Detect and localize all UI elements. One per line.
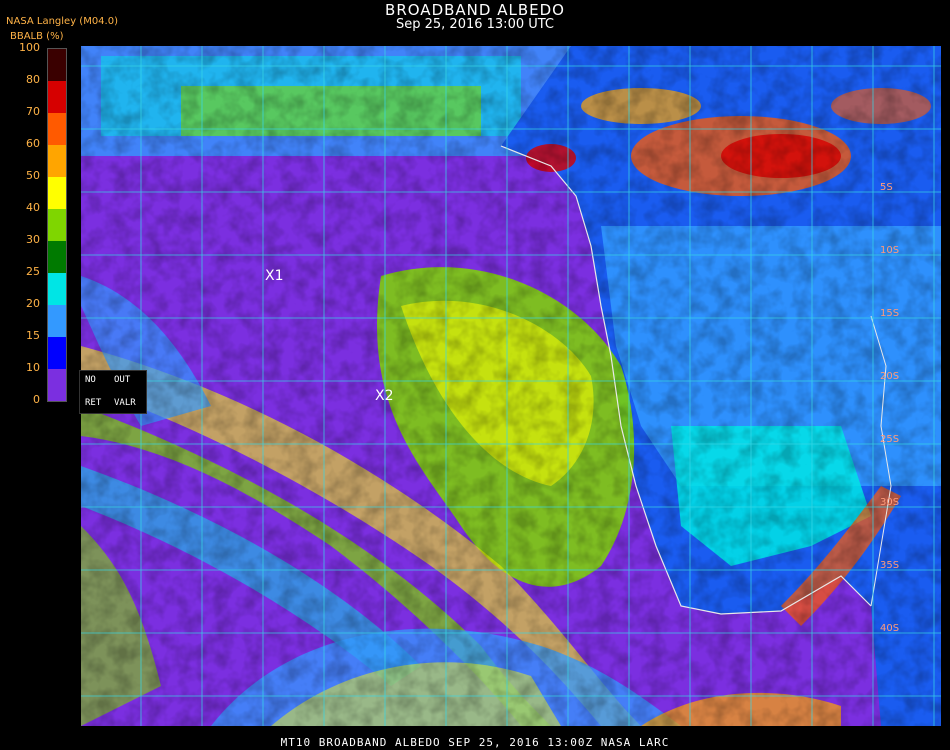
colorbar-segment [48,369,66,401]
footer-caption: MT10 BROADBAND ALBEDO SEP 25, 2016 13:00… [280,736,670,749]
colorbar-tick-label: 10 [26,361,40,374]
legend-out: OUT [114,375,131,385]
marker-x2[interactable]: X2 [375,388,394,404]
colorbar-segment [48,49,66,81]
latitude-label: 20S [880,371,900,382]
colorbar-segment [48,273,66,305]
latitude-label: 35S [880,560,900,571]
colorbar-tick-label: 80 [26,73,40,86]
latitude-label: 5S [880,182,893,193]
latitude-label: 15S [880,308,900,319]
colorbar-tick-label: 40 [26,201,40,214]
colorbar-segment [48,145,66,177]
colorbar-tick-label: 100 [19,41,40,54]
colorbar-tick-label: 25 [26,265,40,278]
source-label: NASA Langley (M04.0) [6,16,118,27]
legend-ret: RET [85,398,102,408]
latitude-label: 30S [880,497,900,508]
colorbar-tick-label: 60 [26,137,40,150]
colorbar-segment [48,337,66,369]
colorbar-tick-label: 20 [26,297,40,310]
colorbar-segment [48,209,66,241]
legend-no: NO [85,375,96,385]
colorbar-segment [48,177,66,209]
latitude-label: 25S [880,434,900,445]
colorbar-tick-label: 15 [26,329,40,342]
colorbar-segment [48,305,66,337]
marker-x1[interactable]: X1 [265,268,284,284]
colorbar-segment [48,81,66,113]
status-legend-box: NO OUT RET VALR [79,370,147,414]
legend-valr: VALR [114,398,136,408]
albedo-map[interactable] [81,46,941,726]
colorbar-tick-label: 0 [33,393,40,406]
datetime-label: Sep 25, 2016 13:00 UTC [395,17,555,32]
colorbar-segment [48,241,66,273]
map-canvas [81,46,941,726]
colorbar-tick-label: 30 [26,233,40,246]
latitude-label: 40S [880,623,900,634]
colorbar-segment [48,113,66,145]
colorbar-tick-label: 70 [26,105,40,118]
colorbar-tick-label: 50 [26,169,40,182]
colorbar [47,48,67,402]
latitude-label: 10S [880,245,900,256]
